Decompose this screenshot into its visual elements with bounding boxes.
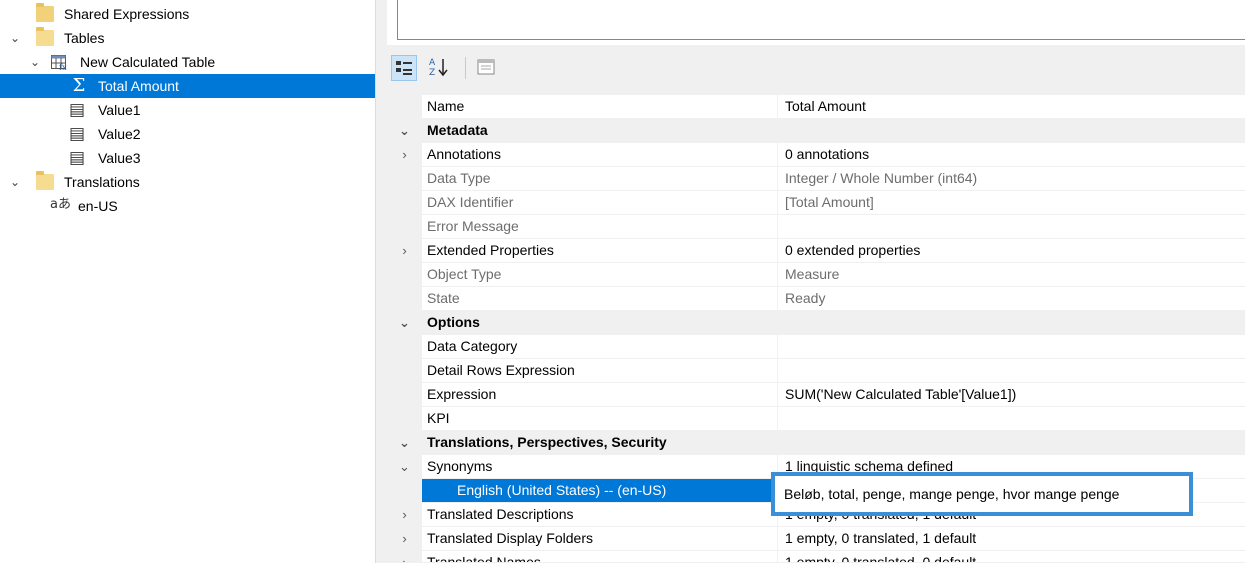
column-icon: ▤ bbox=[68, 100, 86, 120]
category-label: Metadata bbox=[427, 122, 488, 138]
tree-item-label: Value2 bbox=[98, 126, 141, 142]
svg-text:Z: Z bbox=[429, 68, 435, 78]
chevron-down-icon[interactable]: ⌄ bbox=[387, 431, 422, 455]
tree-item-tables[interactable]: ⌄ Tables bbox=[0, 26, 375, 50]
tree-item-total-amount[interactable]: Σ Total Amount bbox=[0, 74, 375, 98]
chevron-right-icon[interactable]: › bbox=[387, 239, 422, 263]
tree-item-label: New Calculated Table bbox=[80, 54, 216, 70]
category-label: Translations, Perspectives, Security bbox=[427, 434, 667, 450]
calculated-table-icon: fx bbox=[51, 54, 69, 72]
property-row-dax-identifier[interactable]: DAX Identifier [Total Amount] bbox=[387, 191, 1245, 215]
property-row-state[interactable]: State Ready bbox=[387, 287, 1245, 311]
property-grid-toolbar: A Z bbox=[387, 45, 1245, 95]
tree-item-label: Shared Expressions bbox=[64, 6, 190, 22]
chevron-down-icon[interactable]: ⌄ bbox=[387, 119, 422, 143]
folder-open-icon bbox=[36, 171, 54, 190]
tree-item-translations[interactable]: ⌄ Translations bbox=[0, 170, 375, 194]
property-value[interactable]: Total Amount bbox=[785, 95, 1245, 118]
tree-item-label: Value1 bbox=[98, 102, 141, 118]
tree-item-shared-expressions[interactable]: Shared Expressions bbox=[0, 2, 375, 26]
property-row-data-type[interactable]: Data Type Integer / Whole Number (int64) bbox=[387, 167, 1245, 191]
property-row-error-message[interactable]: Error Message bbox=[387, 215, 1245, 239]
property-pages-icon[interactable] bbox=[473, 55, 499, 81]
svg-text:A: A bbox=[429, 58, 436, 68]
tree-item-label: Translations bbox=[64, 174, 140, 190]
chevron-right-icon[interactable]: › bbox=[387, 551, 422, 562]
tree-item-label: en-US bbox=[78, 198, 118, 214]
property-row-annotations[interactable]: › Annotations 0 annotations bbox=[387, 143, 1245, 167]
chevron-right-icon[interactable]: › bbox=[387, 503, 422, 527]
chevron-down-icon[interactable]: ⌄ bbox=[8, 26, 22, 50]
tree-item-label: Tables bbox=[64, 30, 105, 46]
splitter[interactable] bbox=[375, 0, 387, 563]
property-name: Name bbox=[427, 98, 465, 114]
property-row-name[interactable]: Name Total Amount bbox=[387, 95, 1245, 119]
tree-item-value2[interactable]: ▤ Value2 bbox=[0, 122, 375, 146]
translation-icon: aあ bbox=[50, 197, 71, 212]
expression-editor[interactable] bbox=[397, 0, 1245, 40]
chevron-down-icon[interactable]: ⌄ bbox=[387, 311, 422, 335]
tree-item-new-calculated-table[interactable]: ⌄ fx New Calculated Table bbox=[0, 50, 375, 74]
property-row-translated-names[interactable]: › Translated Names 1 empty, 0 translated… bbox=[387, 551, 1245, 563]
toolbar-separator bbox=[465, 57, 466, 79]
column-icon: ▤ bbox=[68, 124, 86, 144]
tree-item-label: Value3 bbox=[98, 150, 141, 166]
chevron-down-icon[interactable]: ⌄ bbox=[28, 50, 42, 74]
property-row-kpi[interactable]: KPI bbox=[387, 407, 1245, 431]
synonyms-en-us-value[interactable]: Beløb, total, penge, mange penge, hvor m… bbox=[784, 483, 1119, 505]
property-row-extended-properties[interactable]: › Extended Properties 0 extended propert… bbox=[387, 239, 1245, 263]
chevron-down-icon[interactable]: ⌄ bbox=[387, 455, 422, 479]
folder-icon bbox=[36, 3, 54, 22]
property-row-translated-display-folders[interactable]: › Translated Display Folders 1 empty, 0 … bbox=[387, 527, 1245, 551]
tree-item-value3[interactable]: ▤ Value3 bbox=[0, 146, 375, 170]
svg-text:fx: fx bbox=[59, 63, 67, 71]
categorized-view-icon[interactable] bbox=[391, 55, 417, 81]
chevron-down-icon[interactable]: ⌄ bbox=[8, 170, 22, 194]
tree-item-value1[interactable]: ▤ Value1 bbox=[0, 98, 375, 122]
category-translations-perspectives-security[interactable]: ⌄ Translations, Perspectives, Security bbox=[387, 431, 1245, 455]
property-row-data-category[interactable]: Data Category bbox=[387, 335, 1245, 359]
property-row-expression[interactable]: Expression SUM('New Calculated Table'[Va… bbox=[387, 383, 1245, 407]
category-metadata[interactable]: ⌄ Metadata bbox=[387, 119, 1245, 143]
category-label: Options bbox=[427, 314, 480, 330]
tree-item-label: Total Amount bbox=[98, 78, 179, 94]
tree-item-en-us[interactable]: aあ en-US bbox=[0, 194, 375, 218]
model-tree: Shared Expressions ⌄ Tables ⌄ fx New Cal… bbox=[0, 0, 375, 563]
category-options[interactable]: ⌄ Options bbox=[387, 311, 1245, 335]
column-icon: ▤ bbox=[68, 148, 86, 168]
chevron-right-icon[interactable]: › bbox=[387, 527, 422, 551]
folder-open-icon bbox=[36, 27, 54, 46]
sort-alphabetical-icon[interactable]: A Z bbox=[425, 55, 451, 81]
property-row-detail-rows-expression[interactable]: Detail Rows Expression bbox=[387, 359, 1245, 383]
chevron-right-icon[interactable]: › bbox=[387, 143, 422, 167]
measure-sigma-icon: Σ bbox=[72, 75, 86, 96]
property-row-object-type[interactable]: Object Type Measure bbox=[387, 263, 1245, 287]
